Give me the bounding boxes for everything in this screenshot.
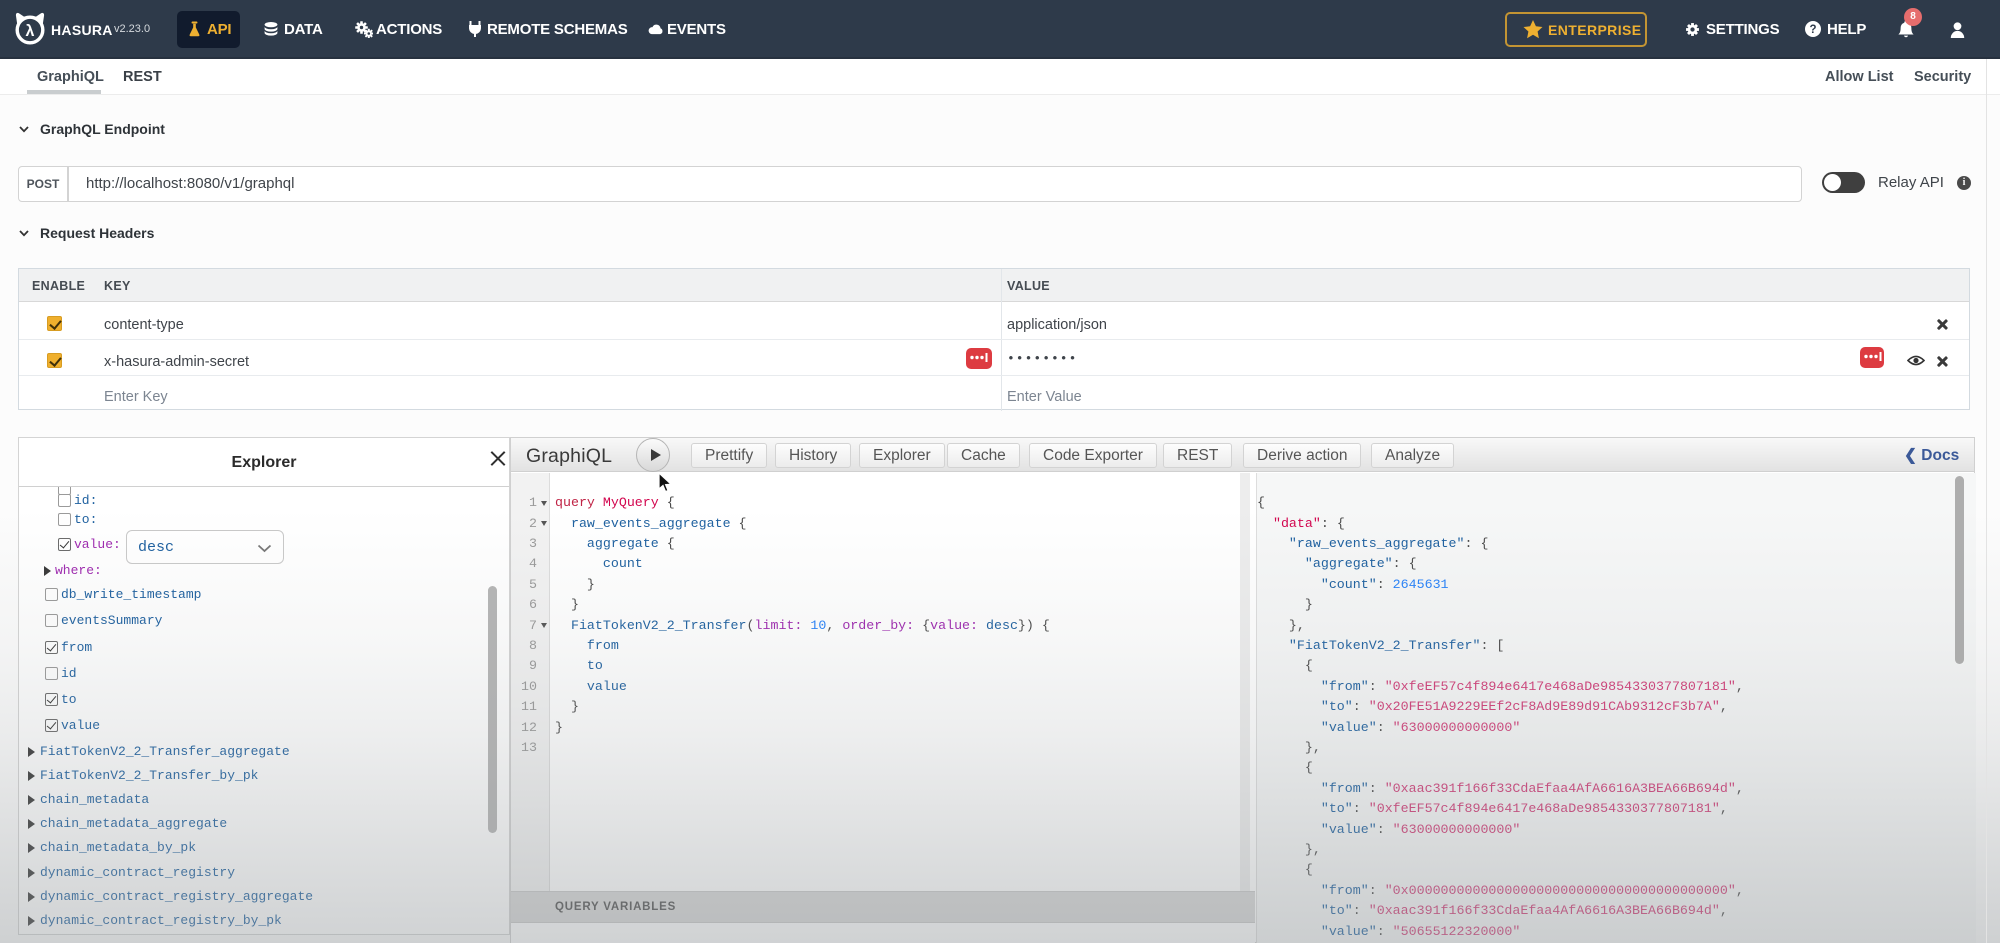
svg-text:λ: λ (26, 23, 35, 40)
svg-text:?: ? (1809, 24, 1816, 36)
